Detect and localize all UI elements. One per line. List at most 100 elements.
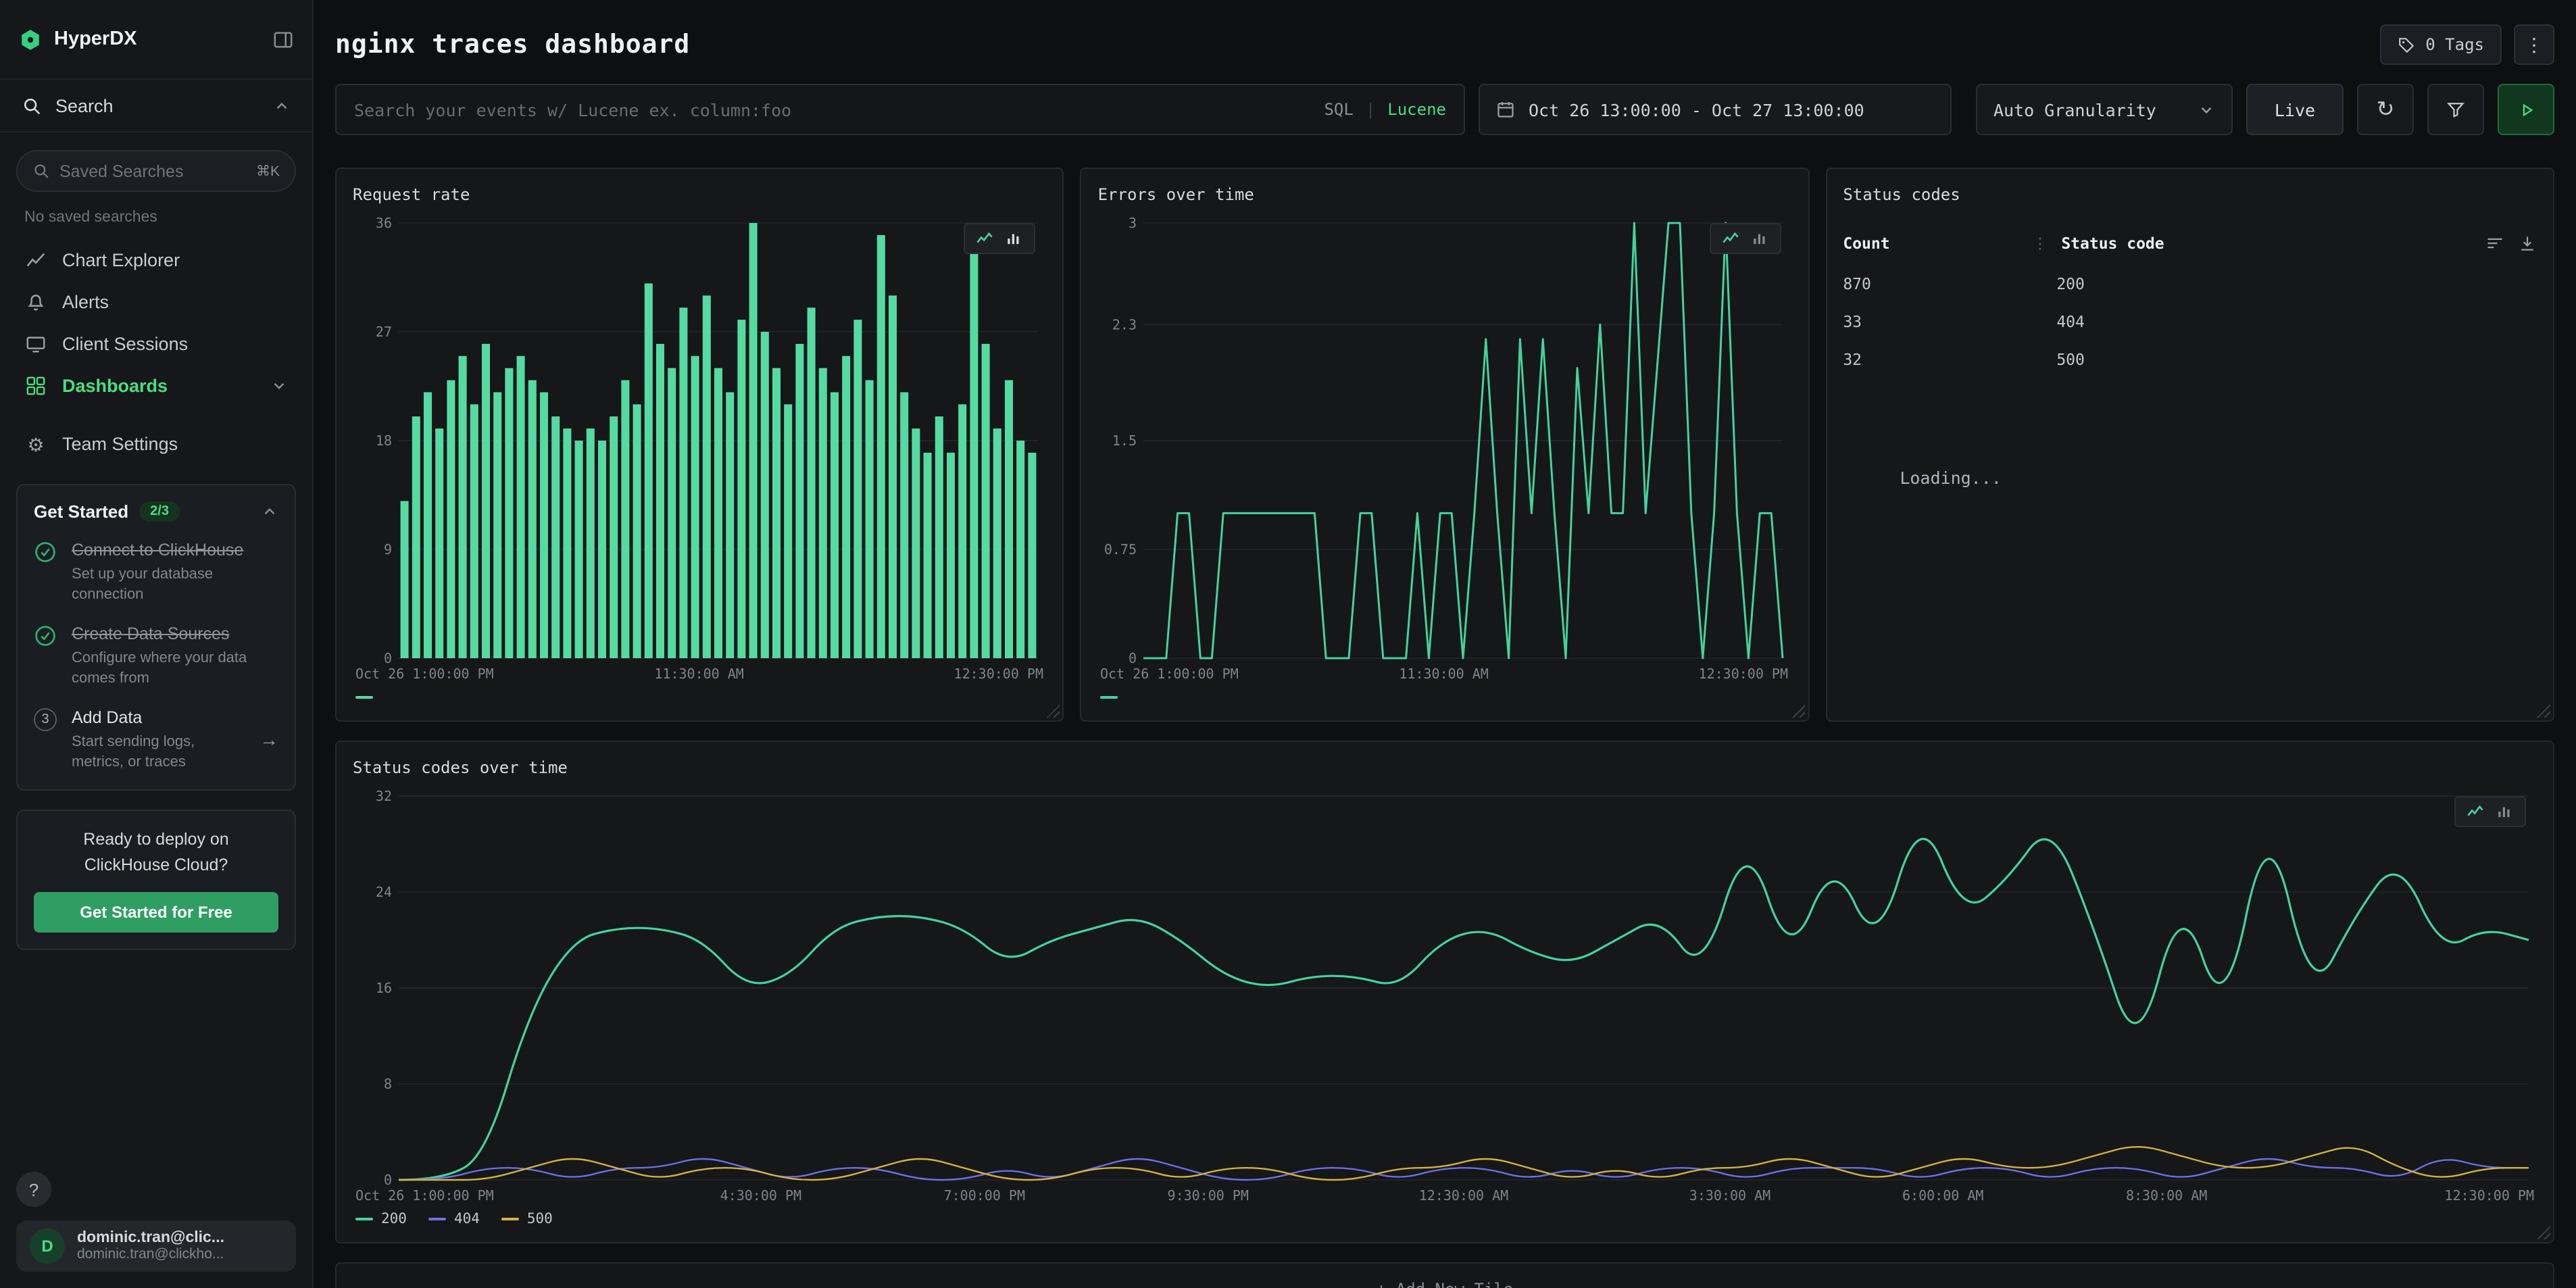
sidebar-item-alerts[interactable]: Alerts	[11, 281, 301, 323]
user-email: dominic.tran@clickho...	[77, 1246, 224, 1262]
sidebar-item-client-sessions[interactable]: Client Sessions	[11, 323, 301, 365]
legend-item[interactable]	[355, 696, 373, 699]
svg-text:11:30:00 AM: 11:30:00 AM	[1400, 666, 1489, 682]
svg-text:36: 36	[376, 215, 392, 231]
live-button[interactable]: Live	[2246, 84, 2344, 135]
resize-handle[interactable]	[2537, 704, 2550, 718]
monitor-icon	[24, 334, 47, 354]
step-create-data-sources[interactable]: Create Data Sources Configure where your…	[34, 623, 278, 689]
filter-button[interactable]	[2427, 84, 2484, 135]
svg-text:Oct 26 1:00:00 PM: Oct 26 1:00:00 PM	[1101, 666, 1239, 682]
dashboards-grid-icon	[24, 376, 47, 396]
user-name: dominic.tran@clic...	[77, 1230, 224, 1246]
step-add-data[interactable]: 3 Add Data Start sending logs, metrics, …	[34, 707, 278, 773]
no-saved-searches-label: No saved searches	[0, 195, 312, 234]
help-button[interactable]: ?	[16, 1172, 51, 1207]
sidebar-section-search[interactable]: Search	[0, 78, 312, 132]
hyperdx-logo-icon	[19, 28, 42, 51]
column-header-status-code[interactable]: Status code	[2061, 234, 2164, 253]
sql-toggle[interactable]: SQL	[1324, 100, 1353, 119]
status-codes-table: Count ⋮ Status code 87	[1843, 228, 2537, 488]
nav-gap	[11, 407, 301, 423]
check-circle-icon	[34, 539, 58, 605]
panel-status-codes-over-time: Status codes over time 08162432Oct 26 1:…	[335, 741, 2554, 1243]
search-section-icon	[22, 95, 42, 116]
resize-handle[interactable]	[2537, 1226, 2550, 1239]
toggle-divider: |	[1366, 100, 1375, 119]
column-header-count[interactable]: Count	[1843, 234, 2032, 253]
cell-count: 870	[1843, 274, 2032, 293]
refresh-button[interactable]: ↻	[2357, 84, 2414, 135]
tags-button[interactable]: 0 Tags	[2379, 24, 2502, 65]
tags-label: 0 Tags	[2425, 35, 2484, 54]
panel-title: Status codes over time	[353, 758, 2537, 777]
table-header: Count ⋮ Status code	[1843, 228, 2537, 265]
legend-dash	[428, 1218, 446, 1220]
resize-handle[interactable]	[1047, 704, 1060, 718]
bar-chart-icon[interactable]	[1751, 230, 1768, 247]
legend-item-200[interactable]: 200	[355, 1211, 407, 1227]
table-row[interactable]: 33 404	[1843, 303, 2537, 341]
line-chart-icon[interactable]	[1721, 230, 1739, 247]
step-title: Create Data Sources	[72, 623, 278, 645]
sidebar-item-team-settings[interactable]: ⚙ Team Settings	[11, 423, 301, 465]
panel-errors-over-time: Errors over time 00.751.52.33Oct 26 1:00…	[1081, 168, 1810, 722]
chevron-down-icon	[270, 377, 288, 395]
page-header: nginx traces dashboard 0 Tags ⋮	[335, 0, 2554, 65]
saved-searches-box[interactable]: ⌘K	[16, 150, 296, 192]
status-codes-over-time-chart: 08162432Oct 26 1:00:00 PM4:30:00 PM7:00:…	[353, 785, 2537, 1207]
chevron-down-icon	[2198, 101, 2215, 118]
step-desc: Configure where your data comes from	[72, 649, 278, 689]
get-started-free-button[interactable]: Get Started for Free	[34, 893, 278, 933]
legend-item-500[interactable]: 500	[501, 1211, 553, 1227]
download-icon[interactable]	[2518, 234, 2537, 253]
resize-handle[interactable]	[1791, 704, 1805, 718]
request-rate-chart: 09182736Oct 26 1:00:00 PM11:30:00 AM12:3…	[353, 212, 1047, 685]
user-menu[interactable]: D dominic.tran@clic... dominic.tran@clic…	[16, 1220, 296, 1272]
search-section-label: Search	[55, 95, 114, 116]
deploy-card: Ready to deploy on ClickHouse Cloud? Get…	[16, 810, 296, 951]
sidebar-item-chart-explorer[interactable]: Chart Explorer	[11, 239, 301, 281]
table-row[interactable]: 870 200	[1843, 265, 2537, 303]
step-connect-clickhouse[interactable]: Connect to ClickHouse Set up your databa…	[34, 539, 278, 605]
filter-icon	[2446, 100, 2465, 119]
event-search-box[interactable]: SQL | Lucene	[335, 84, 1465, 135]
granularity-select[interactable]: Auto Granularity	[1976, 84, 2233, 135]
sidebar-item-dashboards[interactable]: Dashboards	[11, 365, 301, 407]
legend-dash	[355, 1218, 373, 1220]
svg-text:0: 0	[384, 1172, 392, 1188]
sidebar-nav: Chart Explorer Alerts Client Sessions Da…	[0, 234, 312, 465]
get-started-header[interactable]: Get Started 2/3	[34, 501, 278, 522]
panel-title: Status codes	[1843, 185, 2537, 204]
deploy-text-line2: ClickHouse Cloud?	[34, 852, 278, 878]
date-range-picker[interactable]: Oct 26 13:00:00 - Oct 27 13:00:00	[1479, 84, 1952, 135]
sidebar-collapse-icon[interactable]	[273, 29, 293, 49]
table-rows-icon[interactable]	[2485, 234, 2504, 253]
sidebar: HyperDX Search ⌘K No saved searches	[0, 0, 314, 1288]
legend-label: 500	[527, 1211, 553, 1227]
step-desc: Set up your database connection	[72, 566, 278, 605]
saved-searches-input[interactable]	[59, 162, 247, 180]
event-search-input[interactable]	[354, 99, 1310, 120]
line-chart-icon[interactable]	[976, 230, 994, 247]
sidebar-item-label: Team Settings	[62, 434, 178, 454]
add-new-tile-button[interactable]: + Add New Tile	[335, 1262, 2554, 1288]
kebab-menu-icon[interactable]: ⋮	[2514, 24, 2554, 65]
line-chart-icon[interactable]	[2467, 803, 2484, 820]
run-query-button[interactable]	[2498, 84, 2554, 135]
bar-chart-icon[interactable]	[2496, 803, 2514, 820]
lucene-toggle[interactable]: Lucene	[1387, 100, 1446, 119]
chart-explorer-icon	[24, 250, 47, 270]
svg-text:16: 16	[376, 980, 392, 996]
svg-text:0.75: 0.75	[1104, 541, 1137, 558]
table-row[interactable]: 32 500	[1843, 341, 2537, 378]
legend-item[interactable]	[1101, 696, 1118, 699]
progress-badge: 2/3	[139, 501, 180, 522]
svg-text:27: 27	[376, 324, 392, 340]
legend-item-404[interactable]: 404	[428, 1211, 480, 1227]
chart-legend	[1098, 685, 1792, 710]
calendar-icon	[1496, 100, 1515, 119]
bar-chart-icon[interactable]	[1006, 230, 1024, 247]
logo-row: HyperDX	[0, 0, 312, 78]
step-desc: Start sending logs, metrics, or traces	[72, 733, 246, 772]
